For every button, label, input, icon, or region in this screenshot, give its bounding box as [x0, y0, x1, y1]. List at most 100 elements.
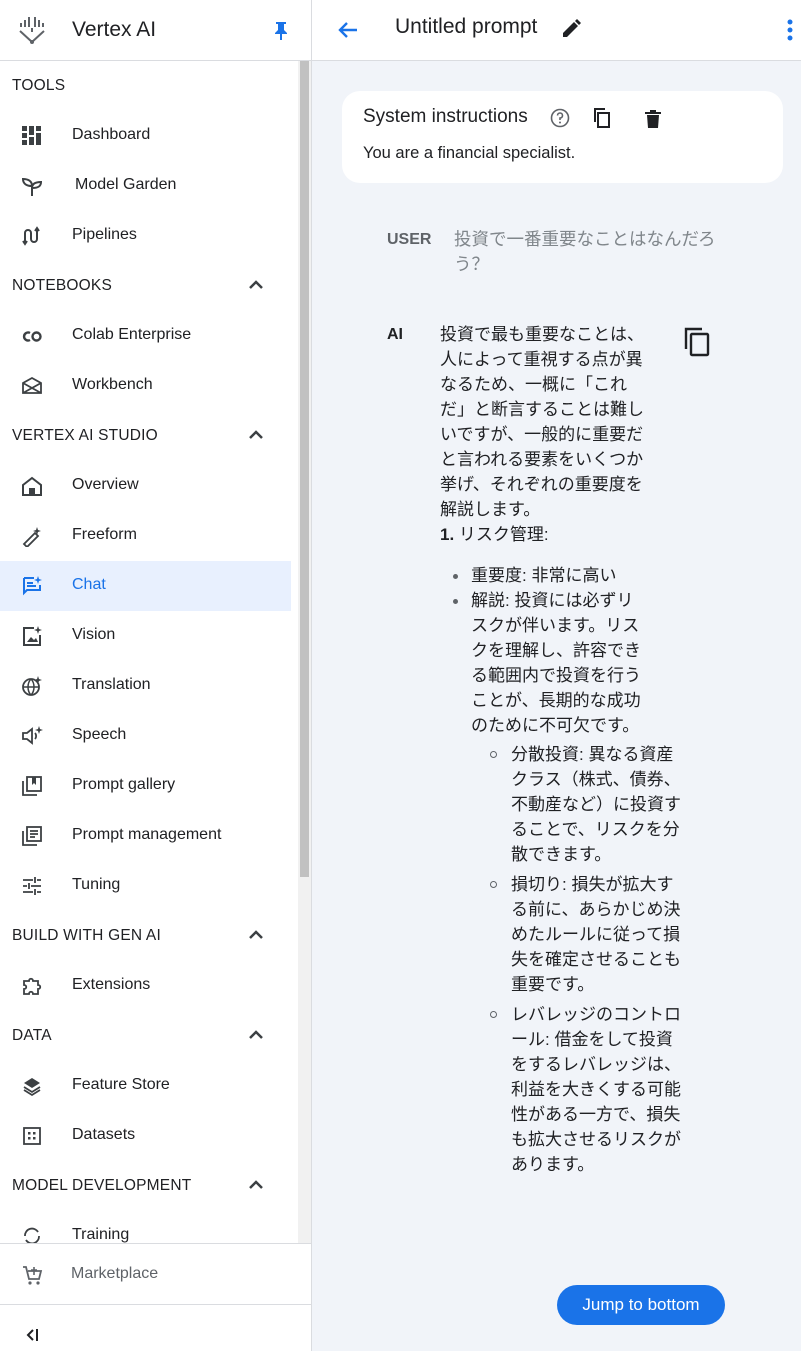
- section-label: BUILD WITH GEN AI: [12, 927, 161, 944]
- section-notebooks[interactable]: NOTEBOOKS: [0, 261, 298, 311]
- sidebar-item-colab-enterprise[interactable]: Colab Enterprise: [0, 311, 298, 361]
- sidebar-item-label: Speech: [72, 726, 127, 743]
- section-data[interactable]: DATA: [0, 1011, 298, 1061]
- ai-message[interactable]: 投資で最も重要なことは、人によって重視する点が異なるため、一概に「これだ」と断言…: [440, 322, 681, 1182]
- sidebar-item-freeform[interactable]: Freeform: [0, 511, 298, 561]
- chevron-up-icon[interactable]: [247, 428, 265, 440]
- ai-heading: 1. リスク管理:: [440, 522, 650, 547]
- chevron-up-icon[interactable]: [247, 928, 265, 940]
- sidebar-item-prompt-management[interactable]: Prompt management: [0, 811, 298, 861]
- ai-heading-number: 1.: [440, 525, 455, 544]
- vertex-ai-logo-icon[interactable]: [16, 14, 48, 46]
- sidebar-item-label: Translation: [72, 676, 151, 693]
- system-instructions-text[interactable]: You are a financial specialist.: [363, 144, 575, 163]
- delete-icon[interactable]: [644, 109, 662, 129]
- list-item: 解説: 投資には必ずリスクが伴います。リスクを理解し、許容できる範囲内で投資を行…: [453, 588, 681, 1177]
- section-tools: TOOLS: [0, 61, 298, 111]
- arrow-back-icon[interactable]: [336, 18, 360, 42]
- ai-sub-list: 分散投資: 異なる資産クラス（株式、債券、不動産など）に投資することで、リスクを…: [471, 742, 681, 1177]
- chevron-up-icon[interactable]: [247, 278, 265, 290]
- sprout-icon: [21, 177, 43, 196]
- translate-icon: [22, 676, 42, 696]
- sidebar-scrollbar[interactable]: [298, 61, 311, 1243]
- speech-icon: [22, 726, 43, 745]
- sidebar-item-training[interactable]: Training: [0, 1211, 298, 1243]
- section-label: DATA: [12, 1027, 52, 1044]
- sidebar-item-extensions[interactable]: Extensions: [0, 961, 298, 1011]
- pencil-icon[interactable]: [561, 19, 581, 39]
- marketplace-label: Marketplace: [71, 1265, 159, 1282]
- app-title: Vertex AI: [72, 18, 157, 41]
- sidebar-item-workbench[interactable]: Workbench: [0, 361, 298, 411]
- nav-list[interactable]: TOOLS Dashboard Model Garden Pipelines N…: [0, 61, 298, 1243]
- list-item: 重要度: 非常に高い: [453, 563, 650, 588]
- ai-heading-text: リスク管理:: [458, 525, 549, 544]
- chat-icon: [23, 576, 42, 596]
- tune-icon: [23, 877, 41, 895]
- sidebar-item-translation[interactable]: Translation: [0, 661, 298, 711]
- sidebar-item-model-garden[interactable]: Model Garden: [0, 161, 298, 211]
- sidebar: Vertex AI TOOLS Dashboard Model Garden P…: [0, 0, 312, 1351]
- pipelines-icon: [22, 226, 40, 246]
- sidebar-item-overview[interactable]: Overview: [0, 461, 298, 511]
- ai-intro: 投資で最も重要なことは、人によって重視する点が異なるため、一概に「これだ」と断言…: [440, 325, 644, 519]
- sidebar-item-label: Vision: [72, 626, 116, 643]
- vision-icon: [23, 626, 42, 646]
- copy-icon[interactable]: [684, 327, 710, 357]
- dashboard-icon: [22, 126, 41, 145]
- cart-icon: [23, 1266, 43, 1285]
- sidebar-item-label: Prompt gallery: [72, 776, 176, 793]
- sidebar-item-label: Freeform: [72, 526, 137, 543]
- sidebar-item-prompt-gallery[interactable]: Prompt gallery: [0, 761, 298, 811]
- ai-bullet-list: 重要度: 非常に高い 解説: 投資には必ずリスクが伴います。リスクを理解し、許容…: [440, 563, 681, 1177]
- sidebar-item-label: Dashboard: [72, 126, 151, 143]
- collapse-sidebar-icon[interactable]: [22, 1325, 42, 1345]
- user-message[interactable]: 投資で一番重要なことはなんだろう？: [454, 227, 724, 277]
- system-instructions-title: System instructions: [363, 106, 528, 127]
- chevron-up-icon[interactable]: [247, 1028, 265, 1040]
- chevron-up-icon[interactable]: [247, 1178, 265, 1190]
- sidebar-item-datasets[interactable]: Datasets: [0, 1111, 298, 1161]
- sidebar-item-label: Pipelines: [72, 226, 137, 243]
- dataset-icon: [23, 1127, 41, 1145]
- main-panel: Untitled prompt System instructions You …: [312, 0, 801, 1351]
- section-build-with-gen-ai[interactable]: BUILD WITH GEN AI: [0, 911, 298, 961]
- extension-icon: [23, 977, 42, 995]
- sidebar-item-chat[interactable]: Chat: [0, 561, 291, 611]
- sidebar-item-vision[interactable]: Vision: [0, 611, 298, 661]
- sidebar-item-speech[interactable]: Speech: [0, 711, 298, 761]
- pin-icon[interactable]: [272, 21, 290, 41]
- sidebar-item-label: Extensions: [72, 976, 151, 993]
- prompt-title[interactable]: Untitled prompt: [395, 15, 537, 39]
- list-item-text: 解説: 投資には必ずリスクが伴います。リスクを理解し、許容できる範囲内で投資を行…: [471, 591, 641, 735]
- ai-role-label: AI: [387, 326, 403, 343]
- section-vertex-ai-studio[interactable]: VERTEX AI STUDIO: [0, 411, 298, 461]
- copy-icon[interactable]: [593, 108, 611, 128]
- gallery-icon: [22, 776, 42, 796]
- sidebar-item-label: Prompt management: [72, 826, 222, 843]
- help-icon[interactable]: [550, 108, 570, 128]
- sidebar-item-label: Overview: [72, 476, 139, 493]
- layers-icon: [23, 1078, 41, 1097]
- section-label: MODEL DEVELOPMENT: [12, 1177, 192, 1194]
- sidebar-item-feature-store[interactable]: Feature Store: [0, 1061, 298, 1111]
- prompt-management-icon: [22, 826, 42, 846]
- section-label: VERTEX AI STUDIO: [12, 427, 158, 444]
- sidebar-item-tuning[interactable]: Tuning: [0, 861, 298, 911]
- section-model-development[interactable]: MODEL DEVELOPMENT: [0, 1161, 298, 1211]
- sidebar-item-label: Tuning: [72, 876, 121, 893]
- training-icon: [24, 1227, 40, 1243]
- section-label: TOOLS: [12, 77, 66, 94]
- sidebar-item-pipelines[interactable]: Pipelines: [0, 211, 298, 261]
- system-instructions-card[interactable]: System instructions You are a financial …: [342, 91, 783, 183]
- more-vert-icon[interactable]: [786, 18, 794, 42]
- sidebar-item-label: Workbench: [72, 376, 153, 393]
- workbench-icon: [22, 376, 42, 394]
- list-item: レバレッジのコントロール: 借金をして投資をするレバレッジは、利益を大きくする可…: [490, 1002, 681, 1177]
- sidebar-item-marketplace[interactable]: Marketplace: [0, 1243, 311, 1305]
- sidebar-item-dashboard[interactable]: Dashboard: [0, 111, 298, 161]
- sidebar-item-label: Model Garden: [75, 176, 177, 193]
- scrollbar-thumb[interactable]: [300, 61, 309, 877]
- jump-to-bottom-button[interactable]: Jump to bottom: [557, 1285, 725, 1325]
- sidebar-item-label: Datasets: [72, 1126, 136, 1143]
